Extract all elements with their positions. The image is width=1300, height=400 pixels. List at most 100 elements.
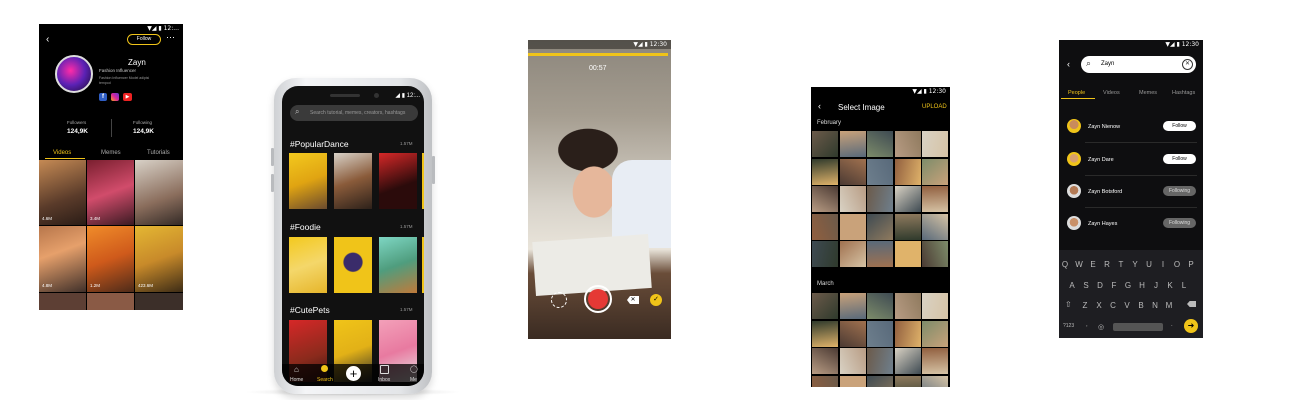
key-z[interactable]: Z (1079, 301, 1091, 310)
video-thumb[interactable] (334, 237, 372, 293)
key-t[interactable]: T (1115, 260, 1127, 269)
photo-thumb[interactable] (922, 186, 948, 212)
photo-thumb[interactable] (867, 293, 893, 319)
section-title[interactable]: #Foodie (290, 222, 321, 232)
photo-thumb[interactable] (922, 241, 948, 267)
tab-videos[interactable]: Videos (53, 150, 71, 156)
photo-thumb[interactable] (867, 375, 893, 387)
photo-thumb[interactable] (812, 158, 838, 185)
photo-thumb[interactable] (894, 241, 921, 267)
photo-thumb[interactable] (839, 158, 866, 185)
photo-thumb[interactable] (867, 241, 893, 267)
upload-button[interactable]: UPLOAD (922, 104, 947, 110)
back-icon[interactable]: ‹ (46, 34, 49, 45)
photo-thumb[interactable] (839, 213, 866, 240)
section-title[interactable]: #PopularDance (290, 139, 349, 149)
result-row[interactable]: Zayn Hayes Following (1059, 213, 1203, 235)
key-p[interactable]: P (1185, 260, 1197, 269)
tab-tutorials[interactable]: Tutorials (147, 150, 170, 156)
video-thumb[interactable] (289, 237, 327, 293)
search-field[interactable]: ⌕ Zayn ✕ (1081, 56, 1196, 73)
key-c[interactable]: C (1107, 301, 1119, 310)
photo-thumb[interactable] (839, 320, 866, 347)
video-thumb[interactable] (334, 153, 372, 209)
photo-thumb[interactable] (922, 158, 948, 185)
photo-thumb[interactable] (894, 131, 921, 157)
search-bar[interactable]: ⌕ Search tutorial, memes, creators, hash… (290, 105, 418, 121)
tab-hashtags[interactable]: Hashtags (1172, 90, 1195, 96)
nav-me[interactable]: Me (410, 377, 417, 383)
photo-thumb[interactable] (894, 213, 921, 240)
follow-button[interactable]: Follow (1163, 121, 1196, 131)
me-icon[interactable]: ◯ (410, 365, 418, 373)
comma-key[interactable]: , (1086, 322, 1088, 328)
photo-thumb[interactable] (894, 158, 921, 185)
photo-thumb[interactable] (812, 293, 838, 319)
photo-thumb[interactable] (922, 131, 948, 157)
section-title[interactable]: #CutePets (290, 305, 330, 315)
photo-thumb[interactable] (812, 186, 838, 212)
key-l[interactable]: L (1178, 281, 1190, 290)
photo-thumb[interactable] (894, 293, 921, 319)
tab-people[interactable]: People (1068, 90, 1085, 96)
search-query[interactable]: Zayn (1101, 61, 1114, 67)
key-s[interactable]: S (1080, 281, 1092, 290)
photo-thumb[interactable] (894, 186, 921, 212)
photo-thumb[interactable] (867, 131, 893, 157)
key-o[interactable]: O (1171, 260, 1183, 269)
photo-thumb[interactable] (894, 348, 921, 374)
flip-camera-icon[interactable] (551, 292, 567, 308)
photo-thumb[interactable] (922, 213, 948, 240)
photo-thumb[interactable] (839, 375, 866, 387)
key-u[interactable]: U (1143, 260, 1155, 269)
key-a[interactable]: A (1066, 281, 1078, 290)
photo-thumb[interactable] (894, 320, 921, 347)
back-icon[interactable]: ‹ (1067, 59, 1070, 69)
globe-icon[interactable]: ◎ (1098, 323, 1104, 331)
key-n[interactable]: N (1149, 301, 1161, 310)
key-d[interactable]: D (1094, 281, 1106, 290)
result-row[interactable]: Zayn Botsford Following (1059, 181, 1203, 203)
photo-thumb[interactable] (839, 186, 866, 212)
photo-thumb[interactable] (839, 131, 866, 157)
back-icon[interactable]: ‹ (818, 101, 821, 111)
photo-thumb[interactable] (812, 375, 838, 387)
photo-thumb[interactable] (812, 348, 838, 374)
key-m[interactable]: M (1163, 301, 1175, 310)
video-thumb[interactable] (289, 153, 327, 209)
key-x[interactable]: X (1093, 301, 1105, 310)
add-button[interactable]: + (346, 366, 361, 381)
photo-thumb[interactable] (839, 293, 866, 319)
photo-thumb[interactable] (812, 213, 838, 240)
photo-thumb[interactable] (812, 320, 838, 347)
result-row[interactable]: Zayn Dare Follow (1059, 149, 1203, 171)
result-row[interactable]: Zayn Nienow Follow (1059, 116, 1203, 138)
key-j[interactable]: J (1150, 281, 1162, 290)
shift-key[interactable]: ⇧ (1065, 300, 1072, 309)
follow-button[interactable]: Follow (127, 34, 161, 45)
record-button[interactable] (584, 285, 612, 313)
photo-thumb[interactable] (922, 375, 948, 387)
space-key[interactable] (1113, 323, 1163, 331)
video-thumb[interactable] (39, 293, 86, 310)
instagram-icon[interactable] (111, 93, 119, 101)
video-thumb[interactable] (135, 160, 183, 225)
key-f[interactable]: F (1108, 281, 1120, 290)
photo-thumb[interactable] (867, 213, 893, 240)
period-key[interactable]: . (1171, 322, 1173, 328)
photo-thumb[interactable] (867, 348, 893, 374)
follow-button[interactable]: Follow (1163, 154, 1196, 164)
tab-memes[interactable]: Memes (101, 150, 121, 156)
nav-inbox[interactable]: Inbox (378, 377, 390, 383)
key-v[interactable]: V (1121, 301, 1133, 310)
enter-key[interactable]: ➜ (1184, 319, 1198, 333)
key-b[interactable]: B (1135, 301, 1147, 310)
video-thumb[interactable] (379, 153, 417, 209)
key-e[interactable]: E (1087, 260, 1099, 269)
photo-thumb[interactable] (922, 320, 948, 347)
photo-thumb[interactable] (867, 158, 893, 185)
photo-thumb[interactable] (894, 375, 921, 387)
video-thumb[interactable] (87, 293, 134, 310)
photo-thumb[interactable] (867, 320, 893, 347)
photo-thumb[interactable] (839, 348, 866, 374)
